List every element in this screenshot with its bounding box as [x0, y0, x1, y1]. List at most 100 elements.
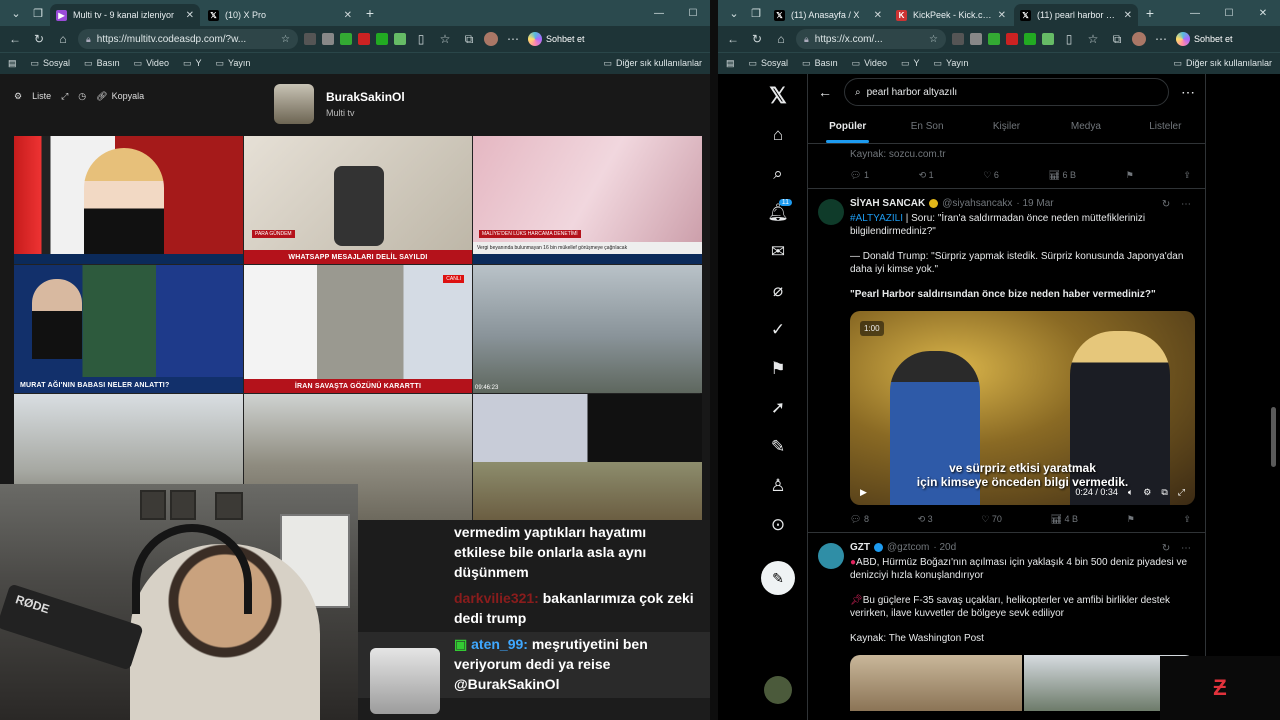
maximize-icon[interactable]: ☐	[1212, 0, 1246, 26]
new-tab-icon[interactable]: +	[1140, 3, 1160, 23]
tab-people[interactable]: Kişiler	[967, 110, 1046, 143]
bookmark-folder[interactable]: Basın	[802, 58, 838, 69]
tab-lists[interactable]: Listeler	[1126, 110, 1205, 143]
tab-actions-icon[interactable]: ⌄	[6, 3, 26, 23]
close-tab-icon[interactable]: ✕	[998, 10, 1006, 21]
copilot-chat-button[interactable]: Sohbet et	[1176, 32, 1233, 46]
tweet-handle[interactable]: @siyahsancakx	[942, 197, 1012, 210]
collections-icon[interactable]: ⧉	[460, 32, 478, 47]
bookmark-folder[interactable]: Basın	[84, 58, 120, 69]
like-button[interactable]: ♡ 6	[983, 169, 999, 182]
bookmarks-icon[interactable]: ⚑	[764, 355, 792, 383]
more-icon[interactable]: ⋯	[1181, 84, 1195, 101]
fullscreen-icon[interactable]: ⤢	[1178, 486, 1185, 499]
tweet-images[interactable]	[850, 655, 1195, 711]
split-screen-icon[interactable]: ▯	[412, 32, 430, 46]
bookmark-folder[interactable]: Video	[852, 58, 887, 69]
extension-icon[interactable]	[988, 33, 1000, 45]
workspaces-icon[interactable]: ❐	[746, 3, 766, 23]
home-icon[interactable]: ⌂	[764, 121, 792, 149]
close-tab-icon[interactable]: ✕	[344, 10, 352, 21]
search-input[interactable]: ⌕ pearl harbor altyazılı	[844, 78, 1169, 106]
bookmark-folder[interactable]: Y	[183, 58, 201, 69]
profile-avatar[interactable]	[484, 32, 498, 46]
maximize-icon[interactable]: ☐	[676, 0, 710, 26]
close-window-icon[interactable]: ✕	[1246, 0, 1280, 26]
volume-icon[interactable]: 🔈︎	[1128, 486, 1133, 499]
tweet-author[interactable]: SİYAH SANCAK	[850, 197, 925, 210]
video-tile-news5[interactable]: CANLI İRAN SAVAŞTA GÖZÜNÜ KARARTTI	[244, 265, 472, 393]
bookmark-icon[interactable]: ⚑	[1127, 513, 1135, 526]
collections-icon[interactable]: ⧉	[1108, 32, 1126, 47]
share-icon[interactable]: ⇪	[1183, 513, 1191, 526]
address-bar[interactable]: 🔒︎ https://x.com/... ☆	[796, 29, 946, 49]
address-bar[interactable]: 🔒︎ https://multitv.codeasdp.com/?w... ☆	[78, 29, 298, 49]
notifications-icon[interactable]: 🔔︎ 11	[764, 199, 792, 227]
reply-button[interactable]: 💬︎ 8	[850, 513, 869, 526]
tweet-more-icon[interactable]: ↻ ⋯	[1162, 198, 1195, 211]
play-icon[interactable]: ▶	[860, 486, 867, 499]
views-button[interactable]: 📊︎ 4 B	[1051, 513, 1078, 526]
extension-icon[interactable]	[970, 33, 982, 45]
grok-icon[interactable]: ⌀	[764, 277, 792, 305]
minimize-icon[interactable]: —	[642, 0, 676, 26]
timer-button[interactable]: ◷	[78, 91, 86, 102]
tweet-handle[interactable]: @gztcom	[887, 541, 929, 554]
account-avatar[interactable]	[764, 676, 792, 704]
tweet-date[interactable]: · 19 Mar	[1016, 197, 1053, 210]
extension-icon[interactable]	[394, 33, 406, 45]
list-button[interactable]: Liste	[32, 91, 51, 101]
share-icon[interactable]: ⇪	[1183, 169, 1191, 182]
tab-x-home[interactable]: 𝕏 (11) Anasayfa / X ✕	[768, 4, 888, 26]
rocket-icon[interactable]: ➚	[764, 394, 792, 422]
more-circle-icon[interactable]: ⊙	[764, 511, 792, 539]
profile-icon[interactable]: ♙	[764, 472, 792, 500]
refresh-icon[interactable]: ↻	[30, 32, 48, 46]
extension-icon[interactable]	[1024, 33, 1036, 45]
video-tile-cam6[interactable]: 09:46:23	[473, 265, 702, 393]
tweet-date[interactable]: · 20d	[933, 541, 956, 554]
settings-button[interactable]: ⚙	[14, 91, 22, 102]
tab-kickpeek[interactable]: K KickPeek - Kick.com için... ✕	[890, 4, 1012, 26]
workspaces-icon[interactable]: ❐	[28, 3, 48, 23]
minimize-icon[interactable]: —	[1178, 0, 1212, 26]
new-tab-icon[interactable]: +	[360, 3, 380, 23]
search-icon[interactable]: ⌕	[764, 160, 792, 188]
tweet-video[interactable]: 1:00 ve sürpriz etkisi yaratmak için kim…	[850, 311, 1195, 505]
extension-icon[interactable]	[322, 33, 334, 45]
fullscreen-button[interactable]: ⤢	[61, 91, 68, 102]
bookmark-icon[interactable]: ⚑	[1126, 169, 1134, 182]
extension-icon[interactable]	[304, 33, 316, 45]
copy-link-button[interactable]: 🔗︎ Kopyala	[96, 91, 144, 102]
x-logo-icon[interactable]: 𝕏	[764, 82, 792, 110]
repost-button[interactable]: ⟲ 3	[918, 513, 933, 526]
extension-icon[interactable]	[1042, 33, 1054, 45]
bookmark-folder[interactable]: Yayın	[933, 58, 968, 69]
articles-icon[interactable]: ✎	[764, 433, 792, 461]
tab-media[interactable]: Medya	[1046, 110, 1125, 143]
tab-multitv[interactable]: ▶ Multi tv - 9 kanal izleniyor ✕	[50, 4, 200, 26]
other-favorites[interactable]: Diğer sık kullanılanlar	[1173, 58, 1272, 69]
settings-icon[interactable]: ⚙	[1143, 486, 1151, 499]
bookmark-folder[interactable]: Y	[901, 58, 919, 69]
reply-button[interactable]: 💬︎ 1	[850, 169, 869, 182]
video-tile-cam9[interactable]	[473, 394, 702, 522]
back-arrow-icon[interactable]: ←	[818, 84, 832, 100]
extension-icon[interactable]	[376, 33, 388, 45]
other-favorites[interactable]: Diğer sık kullanılanlar	[603, 58, 702, 69]
split-screen-icon[interactable]: ▯	[1060, 32, 1078, 46]
tab-xpro[interactable]: 𝕏 (10) X Pro ✕	[202, 4, 358, 26]
more-icon[interactable]: ⋯	[504, 32, 522, 46]
pip-icon[interactable]: ⧉	[1161, 486, 1167, 499]
repost-button[interactable]: ⟲ 1	[919, 169, 934, 182]
extension-icon[interactable]	[952, 33, 964, 45]
tab-latest[interactable]: En Son	[887, 110, 966, 143]
video-tile-news1[interactable]	[14, 136, 243, 264]
video-tile-news4[interactable]: MURAT AĞI'NIN BABASI NELER ANLATTI?	[14, 265, 243, 393]
messages-icon[interactable]: ✉	[764, 238, 792, 266]
tab-popular[interactable]: Popüler	[808, 110, 887, 143]
bookmark-folder[interactable]: Yayın	[215, 58, 250, 69]
scrollbar[interactable]	[1271, 407, 1276, 467]
bookmarks-bar-toggle-icon[interactable]: ▤	[8, 58, 17, 69]
tweet-author[interactable]: GZT	[850, 541, 870, 554]
